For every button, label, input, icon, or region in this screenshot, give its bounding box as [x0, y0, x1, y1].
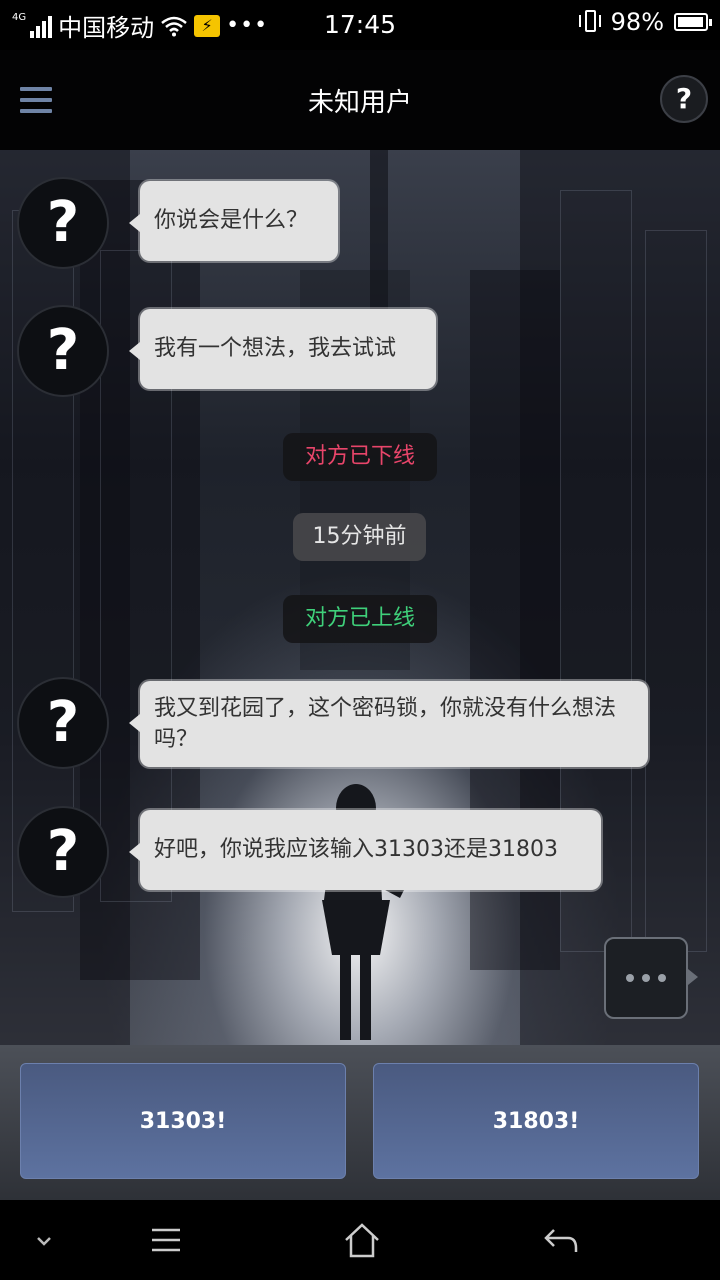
message-text: 我又到花园了，这个密码锁，你就没有什么想法吗？ — [154, 696, 617, 752]
contact-avatar[interactable]: ? — [17, 806, 109, 898]
battery-percent: 98% — [610, 8, 664, 36]
online-status-pill: 对方已上线 — [283, 595, 437, 643]
home-icon[interactable] — [338, 1218, 386, 1262]
vibrate-icon — [578, 9, 601, 35]
contact-avatar[interactable]: ? — [17, 177, 109, 269]
help-button[interactable]: ? — [660, 75, 708, 123]
message-bubble: 我又到花园了，这个密码锁，你就没有什么想法吗？ — [129, 681, 648, 767]
chat-area[interactable]: ? 你说会是什么？ ? 我有一个想法，我去试试 对方已下线 15分钟前 对方已上… — [0, 150, 720, 1045]
message-bubble: 我有一个想法，我去试试 — [129, 309, 436, 389]
contact-avatar[interactable]: ? — [17, 305, 109, 397]
message-text: 我有一个想法，我去试试 — [154, 336, 397, 361]
menu-icon[interactable] — [142, 1218, 190, 1262]
contact-avatar[interactable]: ? — [17, 677, 109, 769]
reply-option-31303[interactable]: 31303! — [20, 1063, 346, 1179]
reply-option-31803[interactable]: 31803! — [373, 1063, 699, 1179]
reply-options: 31303! 31803! — [0, 1045, 720, 1200]
page-title: 未知用户 — [307, 88, 412, 118]
message-text: 好吧，你说我应该输入31303还是31803 — [154, 837, 558, 862]
message-text: 你说会是什么？ — [154, 208, 309, 233]
typing-indicator — [604, 937, 698, 1019]
offline-status-pill: 对方已下线 — [283, 433, 437, 481]
app-header: 未知用户 ? — [0, 50, 720, 150]
chevron-down-icon[interactable] — [20, 1218, 68, 1262]
message-bubble: 你说会是什么？ — [129, 181, 338, 261]
status-bar: 4G 中国移动 ⚡ ••• 17:45 98% — [0, 0, 720, 50]
message-bubble: 好吧，你说我应该输入31303还是31803 — [129, 810, 601, 890]
timestamp-pill: 15分钟前 — [293, 513, 426, 561]
system-nav-bar — [0, 1200, 720, 1280]
back-icon[interactable] — [536, 1218, 584, 1262]
battery-icon — [674, 13, 712, 31]
